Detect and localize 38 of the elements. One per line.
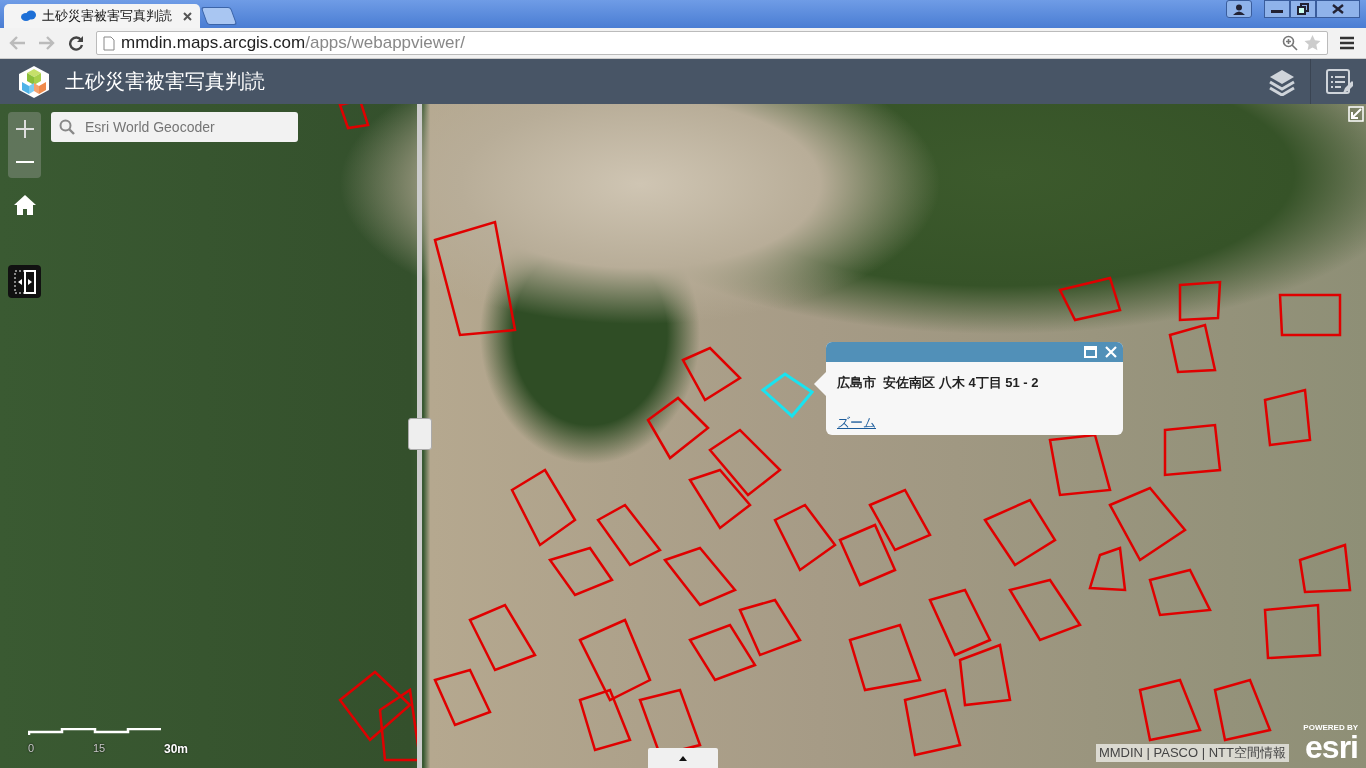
reload-icon[interactable] <box>68 35 84 51</box>
expand-arrow-icon[interactable] <box>1348 106 1364 122</box>
cloud-icon <box>20 10 36 22</box>
address-bar[interactable]: mmdin.maps.arcgis.com/apps/webappviewer/ <box>96 31 1328 55</box>
minimize-icon[interactable] <box>1264 0 1290 18</box>
home-icon[interactable] <box>13 194 37 216</box>
search-icon <box>59 119 75 135</box>
app-title: 土砂災害被害写真判読 <box>65 68 265 95</box>
scale-label: 15 <box>92 742 106 756</box>
restore-icon[interactable] <box>1290 0 1316 18</box>
cubes-logo-icon <box>17 64 51 99</box>
zoom-link[interactable]: ズーム <box>837 414 876 432</box>
layers-icon[interactable] <box>1268 67 1296 96</box>
popup-address: 広島市 安佐南区 八木 4丁目 51 - 2 <box>837 374 1040 392</box>
zoom-icon[interactable] <box>1282 35 1298 51</box>
new-tab-button[interactable] <box>200 7 238 25</box>
scale-label: 30m <box>163 742 188 756</box>
page-icon <box>103 35 115 51</box>
close-icon[interactable] <box>183 11 192 21</box>
search-field[interactable]: Esri World Geocoder <box>83 118 290 136</box>
maximize-icon[interactable] <box>1084 346 1097 358</box>
zoom-in-icon[interactable] <box>15 119 34 138</box>
star-icon[interactable] <box>1304 35 1321 51</box>
browser-tab[interactable]: 土砂災害被害写真判読 <box>4 4 200 28</box>
tab-title: 土砂災害被害写真判読 <box>42 7 173 25</box>
close-icon[interactable] <box>1316 0 1360 18</box>
edit-list-icon[interactable] <box>1325 67 1353 96</box>
swipe-handle[interactable] <box>408 418 432 450</box>
user-icon[interactable] <box>1226 0 1252 18</box>
url-text: mmdin.maps.arcgis.com/apps/webappviewer/ <box>121 33 465 53</box>
caret-icon <box>679 755 687 761</box>
search-box[interactable]: Esri World Geocoder <box>51 112 298 142</box>
menu-icon[interactable] <box>1340 36 1354 50</box>
panel-toggle-button[interactable] <box>648 748 718 768</box>
swipe-tool-button[interactable] <box>8 265 41 298</box>
attribution-text: MMDIN | PASCO | NTT空間情報 <box>1095 744 1289 762</box>
scale-label: 0 <box>28 742 35 756</box>
powered-by-text: POWERED BY <box>1303 723 1358 732</box>
